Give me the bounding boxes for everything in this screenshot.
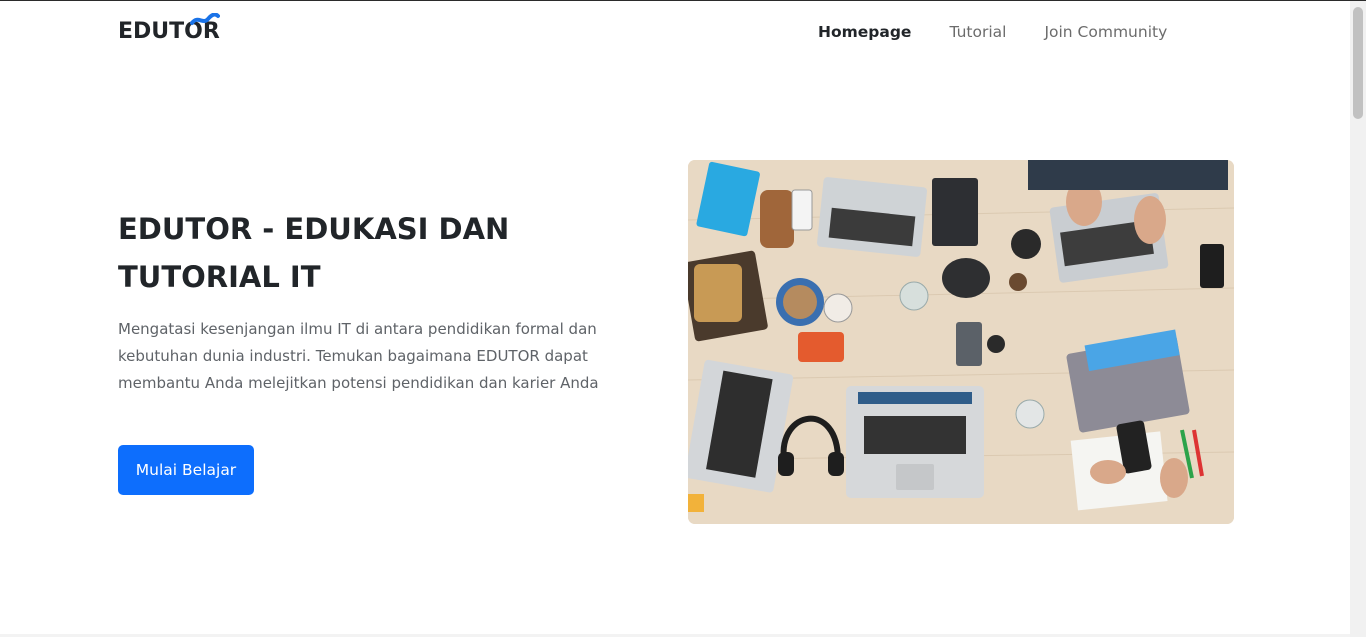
hero-title: EDUTOR - EDUKASI DAN TUTORIAL IT — [118, 212, 510, 294]
scrollbar[interactable] — [1350, 1, 1366, 637]
start-learning-button[interactable]: Mulai Belajar — [118, 445, 254, 495]
nav-link-tutorial[interactable]: Tutorial — [949, 21, 1006, 43]
navbar: EDUTOR Homepage Tutorial Join Community — [0, 1, 1350, 63]
swoosh-icon — [190, 13, 220, 25]
scrollbar-thumb[interactable] — [1353, 7, 1363, 119]
nav-link-join-community[interactable]: Join Community — [1044, 21, 1167, 43]
hero-description: Mengatasi kesenjangan ilmu IT di antara … — [118, 320, 599, 392]
workspace-illustration — [688, 160, 1234, 524]
nav-links: Homepage Tutorial Join Community — [818, 21, 1205, 43]
hero-image — [688, 160, 1234, 524]
page: EDUTOR Homepage Tutorial Join Community … — [0, 0, 1366, 637]
nav-link-homepage[interactable]: Homepage — [818, 21, 911, 43]
